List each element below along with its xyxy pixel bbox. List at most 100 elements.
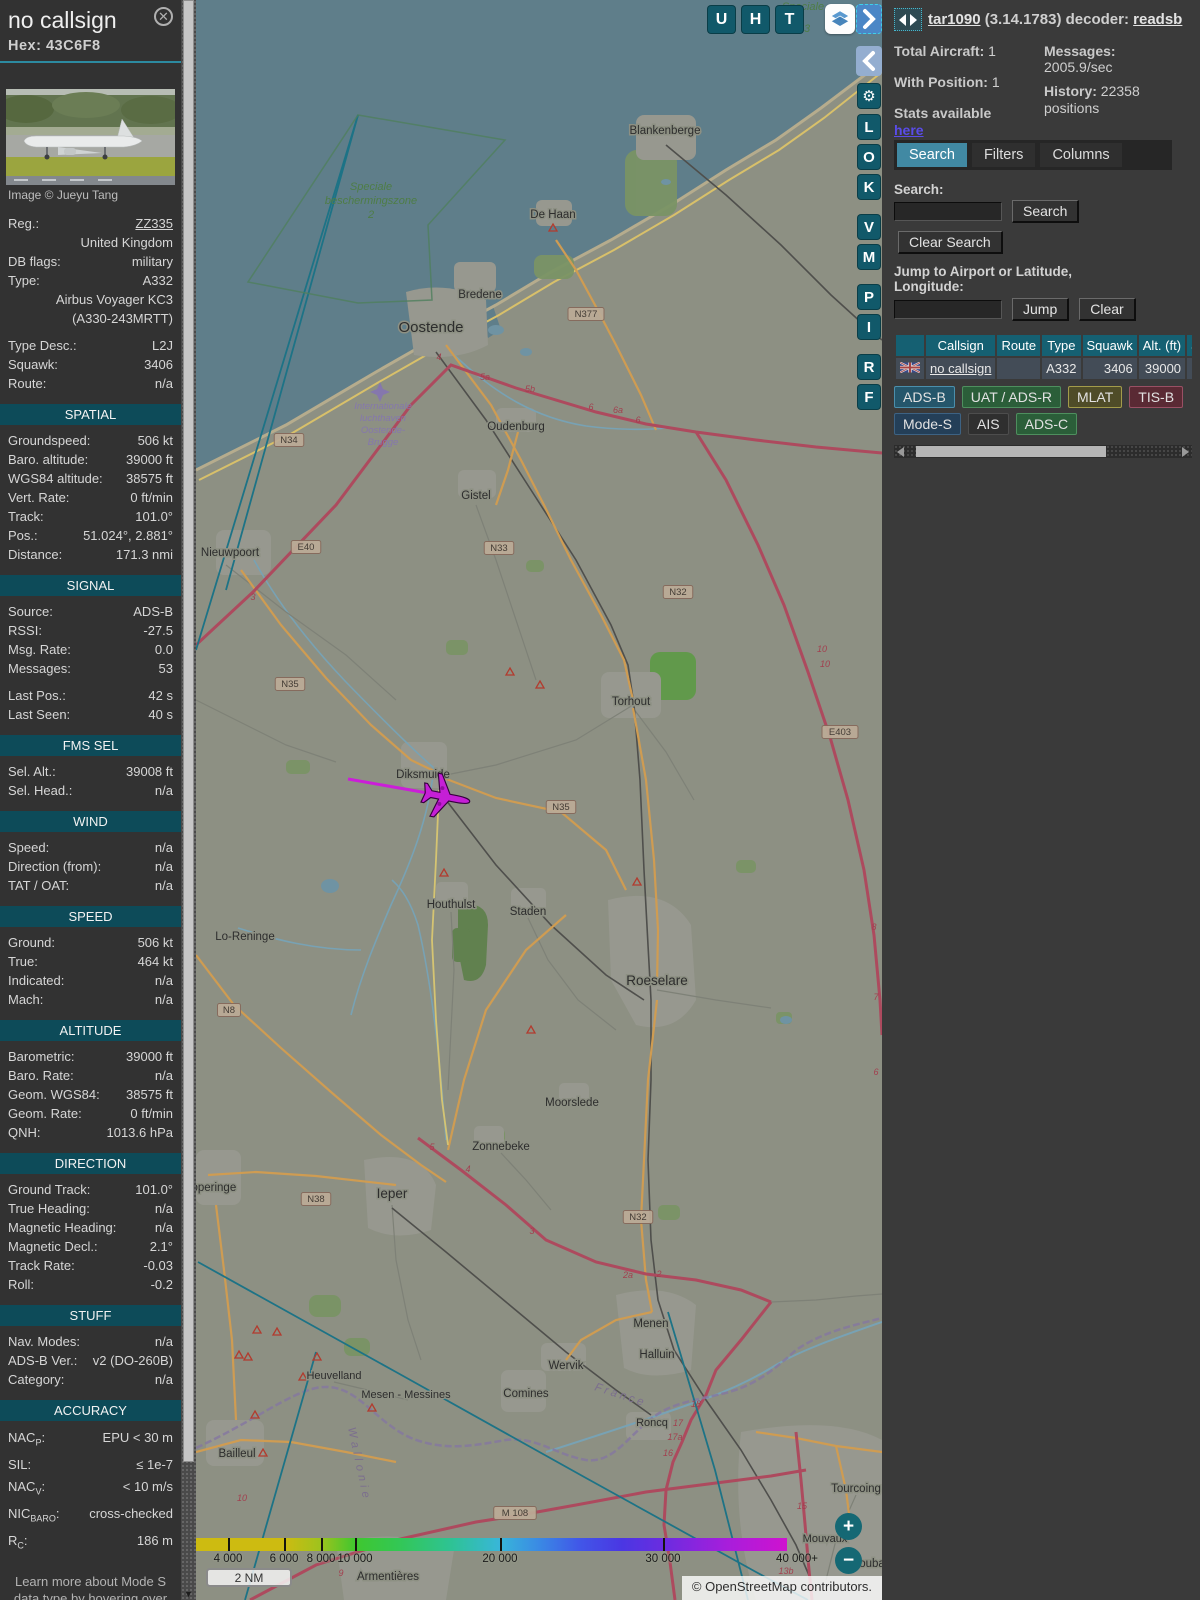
data-row: RSSI: -27.5 (8, 623, 173, 638)
tab-filters[interactable]: Filters (971, 142, 1036, 167)
tab-search[interactable]: Search (897, 142, 967, 167)
data-row: Route: n/a (8, 376, 173, 391)
history-positions: History: 22358 positions (1044, 83, 1140, 116)
map-button-k[interactable]: K (858, 175, 880, 199)
map-button-i[interactable]: I (858, 315, 880, 339)
sidebar-expand-icon[interactable] (856, 4, 882, 34)
close-icon[interactable]: ✕ (154, 7, 173, 26)
with-position: With Position: 1 (894, 74, 1000, 91)
jump-input[interactable] (894, 299, 1002, 319)
legend-adsb[interactable]: ADS-B (894, 385, 955, 408)
minus-icon: − (842, 1549, 855, 1571)
svg-text:3: 3 (804, 23, 811, 35)
data-row: Magnetic Decl.: 2.1° (8, 1239, 173, 1254)
zoom-in-button[interactable]: + (835, 1513, 862, 1540)
map-button-m[interactable]: M (858, 245, 880, 269)
gear-icon[interactable]: ⚙ (858, 84, 880, 108)
sidebar-collapse-icon[interactable] (856, 46, 882, 76)
data-row: True Heading: n/a (8, 1201, 173, 1216)
clear-search-button[interactable]: Clear Search (898, 230, 1003, 254)
stats-here-link[interactable]: here (894, 122, 924, 138)
map-button-v[interactable]: V (858, 215, 880, 239)
data-row: Roll: -0.2 (8, 1277, 173, 1292)
altitude-tick-label: 20 000 (482, 1553, 518, 1565)
readsb-link[interactable]: readsb (1133, 11, 1182, 28)
panel-tabs: Search Filters Columns (894, 139, 1172, 170)
divider (0, 61, 181, 63)
column-header[interactable]: Squawk (1082, 334, 1137, 356)
data-row: Indicated: n/a (8, 973, 173, 988)
legend-uat[interactable]: UAT / ADS-R (961, 385, 1061, 408)
layers-button[interactable] (825, 4, 855, 34)
column-header[interactable]: Alt. (ft) (1138, 334, 1186, 356)
aircraft-row[interactable]: no callsign A332 3406 39000 (896, 357, 1192, 379)
town-label: Wervik (549, 1360, 584, 1372)
section-header-fms-sel: FMS SEL (0, 735, 181, 756)
map-button-p[interactable]: P (858, 285, 880, 309)
town-label: Menen (633, 1318, 668, 1330)
data-row: Track: 101.0° (8, 509, 173, 524)
map-attribution[interactable]: © OpenStreetMap contributors. (681, 1576, 882, 1600)
data-row: Msg. Rate: 0.0 (8, 642, 173, 657)
scroll-right-arrow[interactable] (1182, 446, 1189, 457)
svg-text:N32: N32 (669, 587, 686, 598)
legend-tisb[interactable]: TIS-B (1129, 385, 1184, 408)
column-header[interactable] (896, 334, 924, 356)
map-button-h[interactable]: H (742, 6, 769, 33)
scroll-left-arrow[interactable] (897, 446, 904, 457)
search-button[interactable]: Search (1012, 199, 1080, 223)
tab-columns[interactable]: Columns (1040, 142, 1122, 167)
svg-text:N34: N34 (280, 435, 297, 446)
scrollbar-down-arrow[interactable]: ▼ (181, 1589, 196, 1599)
search-input[interactable] (894, 201, 1002, 221)
legend-ais[interactable]: AIS (968, 412, 1009, 435)
exit-number: 8 (871, 922, 876, 932)
legend-modes[interactable]: Mode-S (894, 412, 962, 435)
cell-callsign[interactable]: no callsign (926, 357, 996, 379)
table-horizontal-scrollbar[interactable] (894, 444, 1192, 458)
hscroll-thumb[interactable] (916, 445, 1106, 457)
zoom-out-button[interactable]: − (835, 1547, 862, 1574)
altitude-color-scale (196, 1538, 787, 1551)
tar1090-link[interactable]: tar1090 (928, 11, 981, 28)
aircraft-info-panel: no callsign ✕ Hex: 43C6F8 Image © Jueyu … (0, 0, 181, 1600)
road-shield: M 108 (493, 1506, 537, 1520)
exit-number: 10 (817, 644, 827, 654)
map-button-t[interactable]: T (776, 6, 803, 33)
svg-text:N32: N32 (629, 1212, 646, 1223)
town-label: Bailleul (218, 1448, 255, 1460)
map-button-r[interactable]: R (858, 355, 880, 379)
map-button-l[interactable]: L (858, 115, 880, 139)
left-panel-scrollbar[interactable]: ▼ (181, 0, 196, 1600)
column-header[interactable]: Route (997, 334, 1041, 356)
column-header[interactable]: Callsign (926, 334, 996, 356)
map-button-u[interactable]: U (708, 6, 735, 33)
map-button-f[interactable]: F (858, 385, 880, 409)
svg-text:Internationale: Internationale (354, 401, 412, 412)
map-button-o[interactable]: O (858, 145, 880, 169)
jump-button[interactable]: Jump (1012, 297, 1070, 321)
town-label: Armentières (357, 1571, 419, 1583)
panel-width-toggle-icon[interactable] (894, 8, 922, 31)
svg-text:N8: N8 (223, 1005, 235, 1016)
column-header[interactable]: Type (1042, 334, 1081, 356)
town-label: Gistel (461, 490, 490, 502)
column-header[interactable]: S (1187, 334, 1192, 356)
data-row: Type Desc.: L2J (8, 338, 173, 353)
exit-number: 6 (588, 402, 593, 412)
scrollbar-thumb[interactable] (183, 0, 194, 1462)
data-row: NICBARO: cross-checked (8, 1505, 173, 1524)
jump-clear-button[interactable]: Clear (1079, 297, 1136, 321)
road-shield: E403 (821, 725, 859, 739)
data-row: Ground: 506 kt (8, 935, 173, 950)
town-label: Zonnebeke (472, 1141, 530, 1153)
data-row: Source: ADS-B (8, 604, 173, 619)
exit-number: 10 (820, 659, 830, 669)
legend-adsc[interactable]: ADS-C (1015, 412, 1078, 435)
svg-text:E403: E403 (829, 727, 851, 738)
aircraft-photo[interactable] (6, 89, 175, 185)
data-row: ADS-B Ver.: v2 (DO-260B) (8, 1353, 173, 1368)
legend-mlat[interactable]: MLAT (1067, 385, 1123, 408)
map[interactable]: Speciale beschermingszone 2 Speciale 3 I… (196, 0, 882, 1600)
svg-text:E40: E40 (298, 542, 315, 553)
